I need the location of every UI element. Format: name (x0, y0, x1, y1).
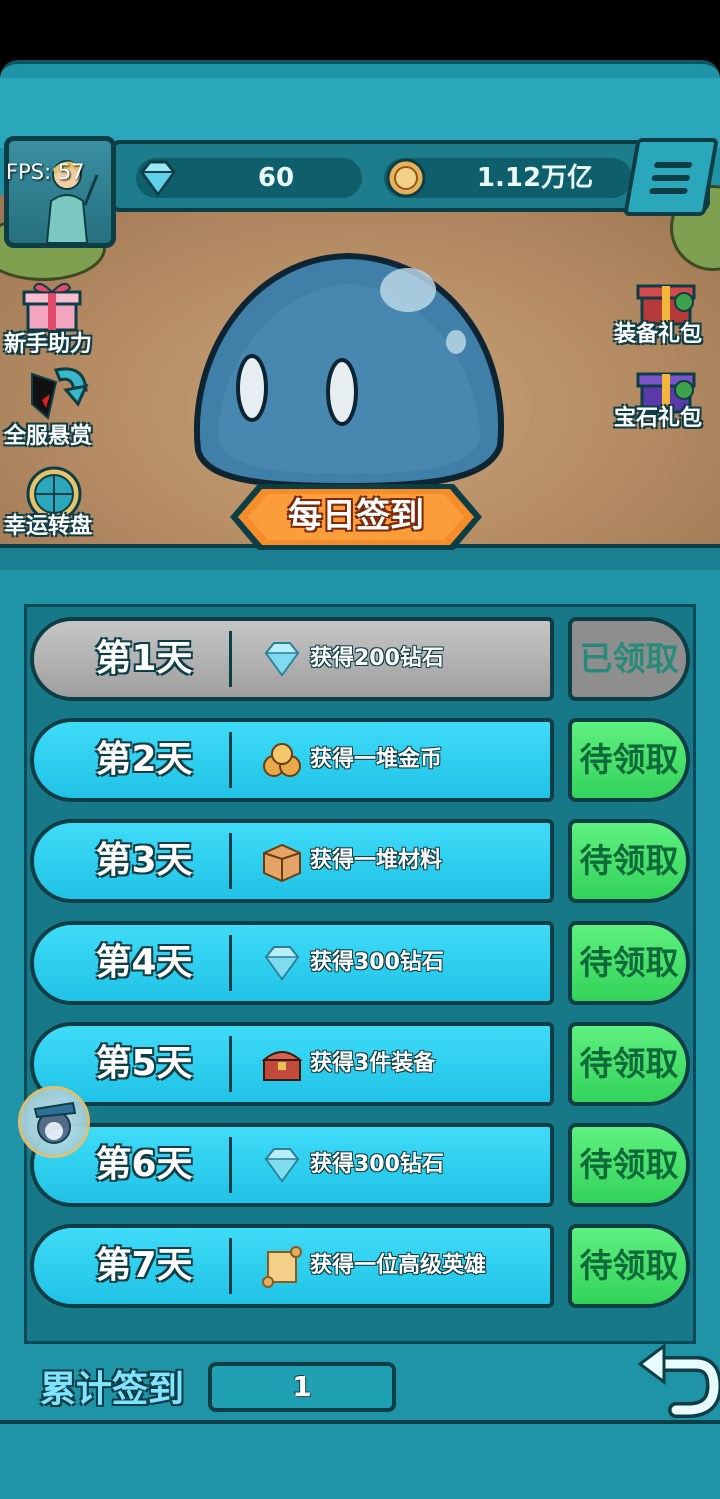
row-divider (229, 1035, 232, 1092)
reward-text: 获得300钻石 (310, 949, 444, 975)
player-avatar[interactable] (4, 136, 116, 248)
lucky-wheel-label[interactable]: 幸运转盘 (4, 508, 92, 540)
bounty-icon[interactable] (26, 364, 90, 420)
diamond-icon (264, 1148, 300, 1183)
row-divider (229, 631, 232, 687)
row-divider (229, 732, 232, 789)
reward-text: 获得3件装备 (310, 1050, 436, 1076)
diamond-icon (264, 945, 300, 981)
coins-icon (263, 743, 301, 778)
game-screen: 60 1.12万亿 FPS: 57 新手助力 全服悬赏 幸运转盘 装备礼包 宝石… (0, 0, 720, 1499)
reward-row-day-7: 第7天 获得一位高级英雄 (30, 1224, 554, 1309)
daily-signin-title: 每日签到 (288, 496, 424, 536)
reward-row-day-6: 第6天 获得300钻石 (30, 1123, 554, 1207)
server-bounty-label[interactable]: 全服悬赏 (4, 418, 92, 450)
diamond-icon (140, 160, 176, 197)
claim-button-day-2[interactable]: 待领取 (568, 718, 690, 803)
reward-text: 获得一位高级英雄 (310, 1253, 487, 1279)
row-divider (229, 1238, 232, 1295)
gem-count: 60 (257, 163, 295, 193)
treasure-chest-icon (261, 1050, 303, 1081)
day-label: 第4天 (95, 941, 193, 983)
reward-text: 获得300钻石 (310, 1152, 444, 1177)
day-label: 第1天 (95, 638, 193, 679)
reward-row-day-2: 第2天 获得一堆金币 (30, 718, 554, 803)
menu-icon-line (649, 188, 689, 194)
back-icon[interactable] (636, 1340, 720, 1420)
menu-icon (653, 162, 693, 168)
slime-monster[interactable] (188, 250, 508, 488)
gem-pack-label[interactable]: 宝石礼包 (614, 400, 702, 432)
diamond-icon (264, 642, 300, 677)
claim-button-day-6[interactable]: 待领取 (568, 1123, 690, 1207)
cumulative-signin-label: 累计签到 (40, 1369, 185, 1410)
scroll-icon (262, 1246, 302, 1289)
coin-icon (386, 158, 426, 198)
equipment-pack-label[interactable]: 装备礼包 (614, 316, 702, 348)
day-label: 第2天 (95, 739, 193, 781)
bottom-frame (0, 1420, 720, 1499)
reward-row-day-1: 第1天 获得200钻石 (30, 617, 554, 701)
status-area (0, 0, 720, 60)
fps-counter: FPS: 57 (6, 160, 85, 184)
gem-counter: 60 (136, 158, 362, 198)
reward-text: 获得一堆金币 (310, 747, 443, 773)
row-divider (229, 1137, 232, 1193)
day-label: 第7天 (95, 1245, 193, 1287)
row-divider (229, 934, 232, 991)
reward-text: 获得一堆材料 (310, 848, 443, 874)
claim-button-day-4[interactable]: 待领取 (568, 920, 690, 1005)
raccoon-pet-icon (33, 1101, 77, 1144)
menu-button[interactable] (623, 138, 719, 216)
cumulative-signin-count: 1 (208, 1362, 396, 1412)
reward-text: 获得200钻石 (310, 646, 444, 671)
material-box-icon (263, 844, 301, 883)
pet-float-button[interactable] (18, 1086, 90, 1158)
claim-button-day-1[interactable]: 已领取 (568, 617, 690, 701)
claim-button-day-7[interactable]: 待领取 (568, 1224, 690, 1309)
row-divider (229, 833, 232, 890)
reward-row-day-4: 第4天 获得300钻石 (30, 920, 554, 1005)
menu-icon-line (651, 175, 691, 181)
coin-count: 1.12万亿 (476, 163, 594, 193)
reward-row-day-3: 第3天 获得一堆材料 (30, 819, 554, 904)
claim-button-day-3[interactable]: 待领取 (568, 819, 690, 904)
coin-counter: 1.12万亿 (384, 158, 632, 198)
day-label: 第3天 (95, 840, 193, 882)
claim-button-day-5[interactable]: 待领取 (568, 1021, 690, 1106)
newbie-help-label[interactable]: 新手助力 (4, 326, 92, 358)
reward-row-day-5: 第5天 获得3件装备 (30, 1021, 554, 1106)
